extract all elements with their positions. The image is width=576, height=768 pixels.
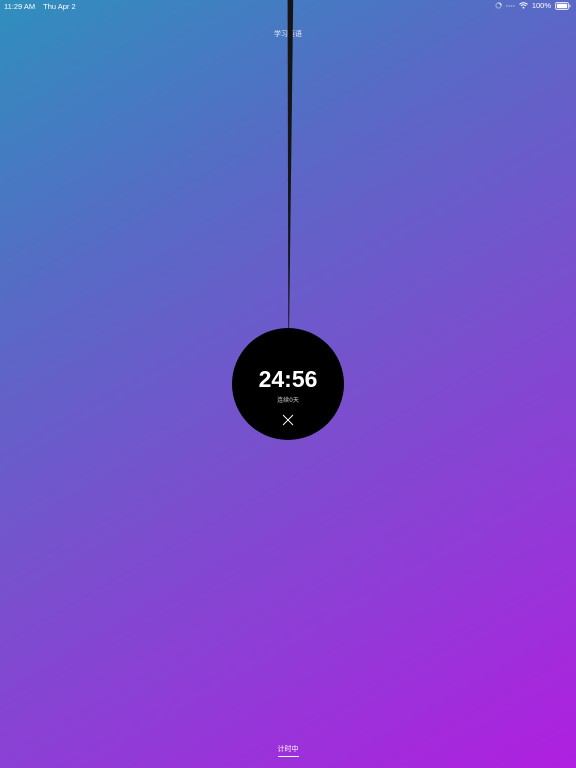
close-button[interactable] xyxy=(281,413,295,427)
streak-label: 连续0天 xyxy=(277,397,299,404)
pendulum-string xyxy=(287,0,294,330)
timing-status-label: 计时中 xyxy=(277,744,299,757)
timer-time: 24:56 xyxy=(258,366,318,392)
close-icon xyxy=(281,413,295,427)
timing-status: 计时中 xyxy=(0,736,576,757)
timer-disc: 24:56 连续0天 xyxy=(232,328,344,440)
